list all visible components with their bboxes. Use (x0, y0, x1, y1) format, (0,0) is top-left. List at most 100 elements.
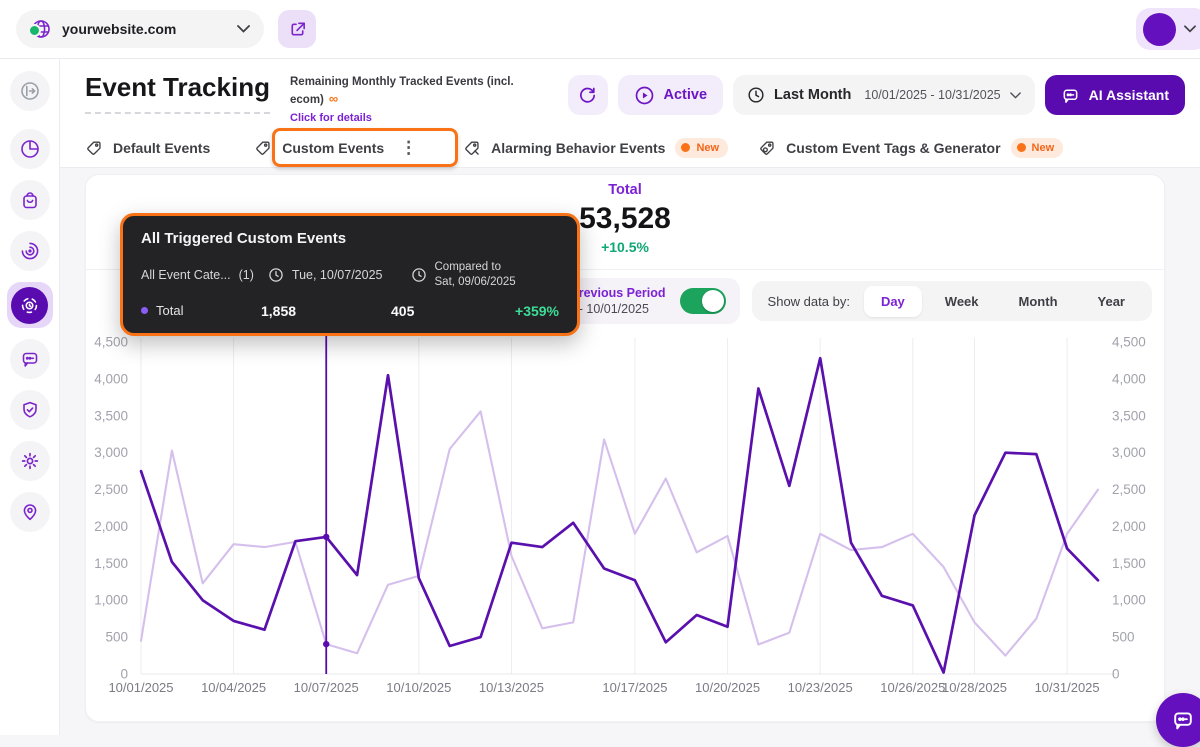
tooltip-category-count: (1) (239, 268, 254, 282)
tooltip-change: +359% (515, 303, 559, 319)
granularity-month[interactable]: Month (1002, 286, 1075, 317)
svg-text:3,000: 3,000 (94, 445, 128, 460)
tooltip-compared-date: Sat, 09/06/2025 (435, 276, 516, 288)
chat-bubble-icon (1171, 708, 1195, 732)
tab-options-kebab-icon[interactable]: ⋮ (400, 138, 417, 158)
remaining-events-label: Remaining Monthly Tracked Events (incl. … (290, 76, 514, 106)
sidebar-item-sessions[interactable] (10, 231, 50, 271)
tab-label: Alarming Behavior Events (491, 140, 665, 156)
svg-text:500: 500 (105, 630, 128, 645)
clock-icon (411, 267, 427, 283)
tooltip-meta-row: All Event Cate... (1) Tue, 10/07/2025 Co… (141, 260, 559, 290)
svg-text:10/20/2025: 10/20/2025 (695, 680, 760, 695)
compare-toggle[interactable] (680, 288, 726, 314)
ai-assistant-button[interactable]: AI Assistant (1045, 75, 1185, 115)
tab-alarming-behavior-events[interactable]: Alarming Behavior Events New (463, 138, 728, 158)
line-chart[interactable]: 10/01/202510/04/202510/07/202510/10/2025… (86, 327, 1166, 713)
svg-text:10/31/2025: 10/31/2025 (1035, 680, 1100, 695)
range-label: Last Month (774, 87, 851, 103)
tooltip-compared-label: Compared to (435, 261, 501, 273)
gear-icon (20, 451, 40, 471)
svg-text:10/10/2025: 10/10/2025 (386, 680, 451, 695)
tag-generator-icon (758, 139, 776, 157)
new-badge: New (675, 138, 728, 158)
svg-text:10/26/2025: 10/26/2025 (880, 680, 945, 695)
svg-text:10/28/2025: 10/28/2025 (942, 680, 1007, 695)
clock-icon (747, 86, 765, 104)
tab-custom-event-tags-generator[interactable]: Custom Event Tags & Generator New (758, 138, 1063, 158)
chart-area[interactable]: 10/01/202510/04/202510/07/202510/10/2025… (86, 327, 1166, 713)
svg-text:4,500: 4,500 (94, 335, 128, 350)
tooltip-date: Tue, 10/07/2025 (292, 268, 383, 282)
ai-assistant-label: AI Assistant (1089, 87, 1169, 103)
sidebar-item-dashboard[interactable] (10, 129, 50, 169)
page-title: Event Tracking (85, 72, 270, 114)
svg-text:10/23/2025: 10/23/2025 (788, 680, 853, 695)
svg-text:2,500: 2,500 (1112, 482, 1146, 497)
tab-label: Custom Event Tags & Generator (786, 140, 1000, 156)
support-chat-fab[interactable] (1156, 693, 1200, 747)
svg-text:4,000: 4,000 (94, 371, 128, 386)
chevron-down-icon (1010, 92, 1021, 99)
sidebar-item-event-tracking[interactable] (7, 282, 53, 328)
refresh-button[interactable] (568, 75, 608, 115)
chevron-down-icon (1184, 25, 1196, 33)
ai-chat-icon (1061, 86, 1080, 105)
sidebar-item-feedback[interactable] (10, 339, 50, 379)
sidebar-item-ecommerce[interactable] (10, 180, 50, 220)
globe-icon (30, 18, 52, 40)
tooltip-title: All Triggered Custom Events (141, 230, 559, 247)
chevron-down-icon (237, 25, 250, 33)
svg-text:1,500: 1,500 (1112, 556, 1146, 571)
sidebar-item-security[interactable] (10, 390, 50, 430)
tooltip-current-value: 1,858 (261, 303, 391, 319)
chart-tooltip: All Triggered Custom Events All Event Ca… (120, 213, 580, 336)
svg-text:3,000: 3,000 (1112, 445, 1146, 460)
granularity-control: Show data by: Day Week Month Year (752, 281, 1152, 321)
active-label: Active (664, 87, 708, 103)
tag-icon (85, 139, 103, 157)
clock-icon (268, 267, 284, 283)
svg-text:2,000: 2,000 (94, 519, 128, 534)
chart-controls: Compare Previous Period 08/31/2025 - 10/… (499, 278, 1152, 324)
new-badge: New (1011, 138, 1064, 158)
tooltip-series: Total (141, 303, 261, 318)
svg-text:2,500: 2,500 (94, 482, 128, 497)
tab-custom-events[interactable]: Custom Events ⋮ (254, 138, 417, 158)
remaining-details-link[interactable]: Click for details (290, 112, 372, 124)
event-tabs: Default Events Custom Events ⋮ Alarming … (60, 128, 1200, 168)
toggle-knob (702, 290, 724, 312)
svg-text:10/17/2025: 10/17/2025 (602, 680, 667, 695)
granularity-year[interactable]: Year (1081, 286, 1142, 317)
tooltip-compared-value: 405 (391, 303, 515, 319)
tooltip-series-label: Total (156, 303, 183, 318)
svg-text:4,500: 4,500 (1112, 335, 1146, 350)
sidebar-item-journeys[interactable] (10, 492, 50, 532)
date-range-selector[interactable]: Last Month 10/01/2025 - 10/31/2025 (733, 75, 1035, 115)
website-selector[interactable]: yourwebsite.com (16, 10, 264, 48)
app-sidebar (0, 58, 60, 735)
dashboard-pie-icon (20, 139, 40, 159)
active-status-button[interactable]: Active (618, 75, 724, 115)
svg-text:10/13/2025: 10/13/2025 (479, 680, 544, 695)
refresh-icon (578, 86, 597, 105)
tooltip-category: All Event Cate... (141, 268, 231, 282)
granularity-day[interactable]: Day (864, 286, 922, 317)
svg-text:500: 500 (1112, 630, 1135, 645)
svg-text:10/07/2025: 10/07/2025 (294, 680, 359, 695)
open-website-button[interactable] (278, 10, 316, 48)
sidebar-item-settings[interactable] (10, 441, 50, 481)
granularity-week[interactable]: Week (928, 286, 996, 317)
play-circle-icon (634, 85, 655, 106)
sidebar-item-collapse[interactable] (10, 71, 50, 111)
tab-label: Default Events (113, 140, 210, 156)
user-menu[interactable] (1136, 8, 1200, 50)
session-replay-icon (20, 241, 40, 261)
shopping-bag-icon (20, 190, 40, 210)
infinity-icon: ∞ (329, 91, 338, 106)
tab-default-events[interactable]: Default Events (85, 139, 210, 157)
svg-text:3,500: 3,500 (1112, 408, 1146, 423)
location-pin-icon (20, 502, 40, 522)
svg-text:10/04/2025: 10/04/2025 (201, 680, 266, 695)
event-tracking-icon (19, 295, 40, 316)
